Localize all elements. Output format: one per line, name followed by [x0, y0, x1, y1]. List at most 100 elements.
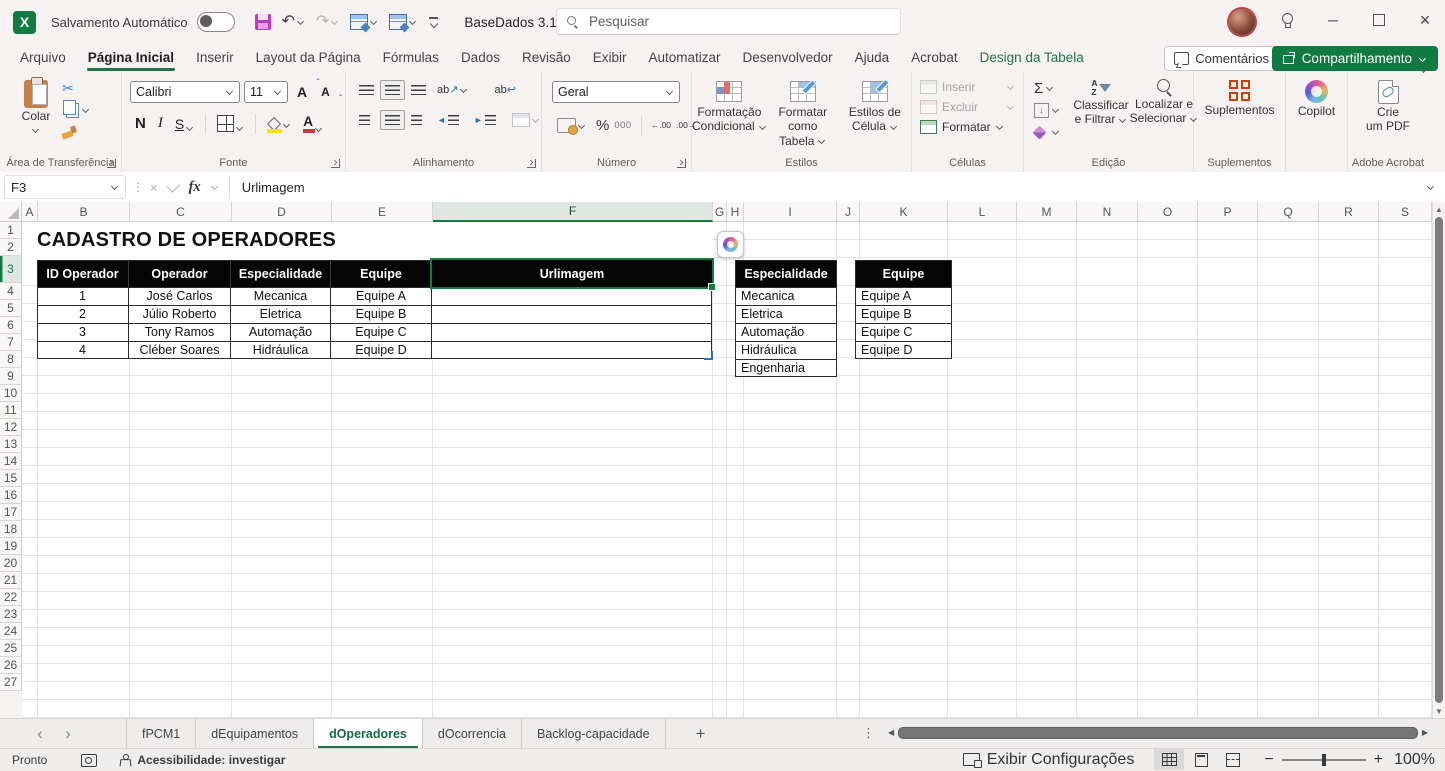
chevron-down-icon[interactable]	[32, 126, 40, 134]
copilot-button[interactable]: Copilot	[1286, 72, 1347, 119]
zoom-in-button[interactable]: +	[1374, 751, 1383, 769]
ribbon-tab-exibir[interactable]: Exibir	[582, 46, 638, 71]
chevron-down-icon[interactable]	[315, 125, 323, 133]
ribbon-tab-acrobat[interactable]: Acrobat	[900, 46, 969, 71]
column-header-M[interactable]: M	[1017, 202, 1077, 222]
sheet-canvas[interactable]: CADASTRO DE OPERADORES ID OperadorOperad…	[22, 222, 1432, 718]
format-table-quick-button[interactable]	[346, 11, 382, 33]
find-select-button[interactable]: Localizar eSelecionar	[1132, 72, 1196, 127]
row-header-1[interactable]: 1	[0, 222, 22, 239]
increase-decimal-button[interactable]: ←.00	[651, 121, 671, 130]
table-cell[interactable]: Júlio Roberto	[129, 306, 231, 323]
ribbon-tab-ajuda[interactable]: Ajuda	[844, 46, 901, 71]
font-size-select[interactable]: 11	[244, 81, 288, 103]
column-header-J[interactable]: J	[837, 202, 860, 222]
align-top-button[interactable]	[354, 80, 379, 100]
scroll-down-icon[interactable]: ▼	[1435, 704, 1443, 718]
row-header-6[interactable]: 6	[0, 317, 22, 334]
table-cell[interactable]: José Carlos	[129, 288, 231, 305]
column-header-N[interactable]: N	[1077, 202, 1138, 222]
bold-button[interactable]: N	[130, 113, 151, 134]
share-button[interactable]: Compartilhamento	[1272, 46, 1438, 71]
user-avatar[interactable]	[1229, 9, 1255, 35]
scroll-right-icon[interactable]: ▶	[1422, 728, 1428, 737]
row-header-16[interactable]: 16	[0, 487, 22, 504]
name-box[interactable]: F3	[4, 175, 126, 199]
merge-center-button[interactable]	[507, 109, 545, 131]
align-bottom-button[interactable]	[406, 80, 431, 100]
row-header-13[interactable]: 13	[0, 436, 22, 453]
equipe-item[interactable]: Equipe D	[855, 342, 952, 359]
copilot-floating-button[interactable]	[717, 231, 744, 258]
number-format-select[interactable]: Geral	[552, 81, 680, 103]
row-header-8[interactable]: 8	[0, 351, 22, 368]
especialidade-item[interactable]: Engenharia	[735, 360, 837, 377]
row-header-21[interactable]: 21	[0, 572, 22, 589]
row-header-4[interactable]: 4	[0, 283, 22, 300]
especialidade-item[interactable]: Automação	[735, 324, 837, 341]
row-header-2[interactable]: 2	[0, 239, 22, 256]
table-column-header[interactable]: Especialidade	[231, 260, 331, 287]
chevron-down-icon[interactable]	[409, 18, 417, 26]
column-header-D[interactable]: D	[232, 202, 332, 222]
table-column-header[interactable]: Urlimagem	[432, 260, 712, 287]
row-header-26[interactable]: 26	[0, 657, 22, 674]
sheet-tab-doperadores[interactable]: dOperadores	[313, 719, 422, 748]
row-header-17[interactable]: 17	[0, 504, 22, 521]
new-sheet-button[interactable]: +	[688, 719, 714, 748]
font-color-button[interactable]: A	[298, 113, 328, 135]
especialidade-item[interactable]: Mecanica	[735, 288, 837, 305]
decrease-font-button[interactable]: Aˇ	[316, 83, 335, 101]
ribbon-tab-página-inicial[interactable]: Página Inicial	[77, 46, 185, 71]
orientation-button[interactable]: ab↗	[432, 79, 473, 100]
zoom-slider-thumb[interactable]	[1322, 754, 1326, 766]
column-header-S[interactable]: S	[1379, 202, 1432, 222]
redo-button[interactable]: ↷	[312, 11, 343, 33]
chevron-down-icon[interactable]	[370, 18, 378, 26]
row-header-3[interactable]: 3	[0, 256, 22, 283]
accessibility-status[interactable]: Acessibilidade: investigar	[137, 753, 285, 767]
table-cell[interactable]: Equipe B	[331, 306, 432, 323]
chevron-down-icon[interactable]	[186, 124, 194, 132]
table-column-header[interactable]: Operador	[129, 260, 231, 287]
table-cell[interactable]: 2	[37, 306, 129, 323]
format-painter-button[interactable]	[62, 123, 90, 141]
comments-button[interactable]: Comentários	[1164, 46, 1279, 71]
column-header-H[interactable]: H	[727, 202, 744, 222]
copy-button[interactable]	[62, 101, 90, 119]
chevron-down-icon[interactable]	[1052, 106, 1060, 114]
fill-button[interactable]: ↓	[1034, 101, 1060, 119]
save-button[interactable]	[251, 11, 275, 33]
horizontal-scrollbar-thumb[interactable]	[898, 727, 1418, 739]
table-cell[interactable]: Hidráulica	[231, 342, 331, 359]
vertical-scrollbar[interactable]: ▲ ▼	[1432, 202, 1445, 718]
align-middle-button[interactable]	[380, 80, 405, 100]
undo-button[interactable]: ↶	[278, 11, 309, 33]
format-cells-button[interactable]: Formatar	[912, 117, 1023, 137]
table-cell[interactable]: Cléber Soares	[129, 342, 231, 359]
row-header-12[interactable]: 12	[0, 419, 22, 436]
autosave-toggle[interactable]	[197, 12, 235, 32]
dialog-launcher-icon[interactable]	[107, 159, 116, 168]
scroll-left-icon[interactable]: ◀	[888, 728, 894, 737]
underline-button[interactable]: S	[170, 114, 199, 134]
percent-style-button[interactable]: %	[596, 117, 609, 134]
tab-overflow-icon[interactable]: ⋮	[862, 718, 875, 748]
scroll-up-icon[interactable]: ▲	[1435, 202, 1443, 216]
column-header-E[interactable]: E	[332, 202, 433, 222]
page-layout-view-button[interactable]	[1186, 749, 1216, 770]
close-button[interactable]: ×	[1408, 0, 1442, 40]
row-header-9[interactable]: 9	[0, 368, 22, 385]
row-header-27[interactable]: 27	[0, 674, 22, 691]
insert-cells-button[interactable]: Inserir	[912, 77, 1023, 97]
dialog-launcher-icon[interactable]	[527, 159, 536, 168]
equipe-list-header[interactable]: Equipe	[855, 260, 952, 287]
ribbon-tab-layout-da-página[interactable]: Layout da Página	[245, 46, 372, 71]
addins-button[interactable]: Suplementos	[1194, 72, 1285, 118]
column-header-R[interactable]: R	[1319, 202, 1379, 222]
table-cell[interactable]: 4	[37, 342, 129, 359]
chevron-down-icon[interactable]	[1046, 84, 1054, 92]
align-left-button[interactable]	[354, 110, 379, 130]
zoom-level[interactable]: 100%	[1389, 751, 1435, 769]
cut-button[interactable]: ✂	[62, 79, 90, 97]
